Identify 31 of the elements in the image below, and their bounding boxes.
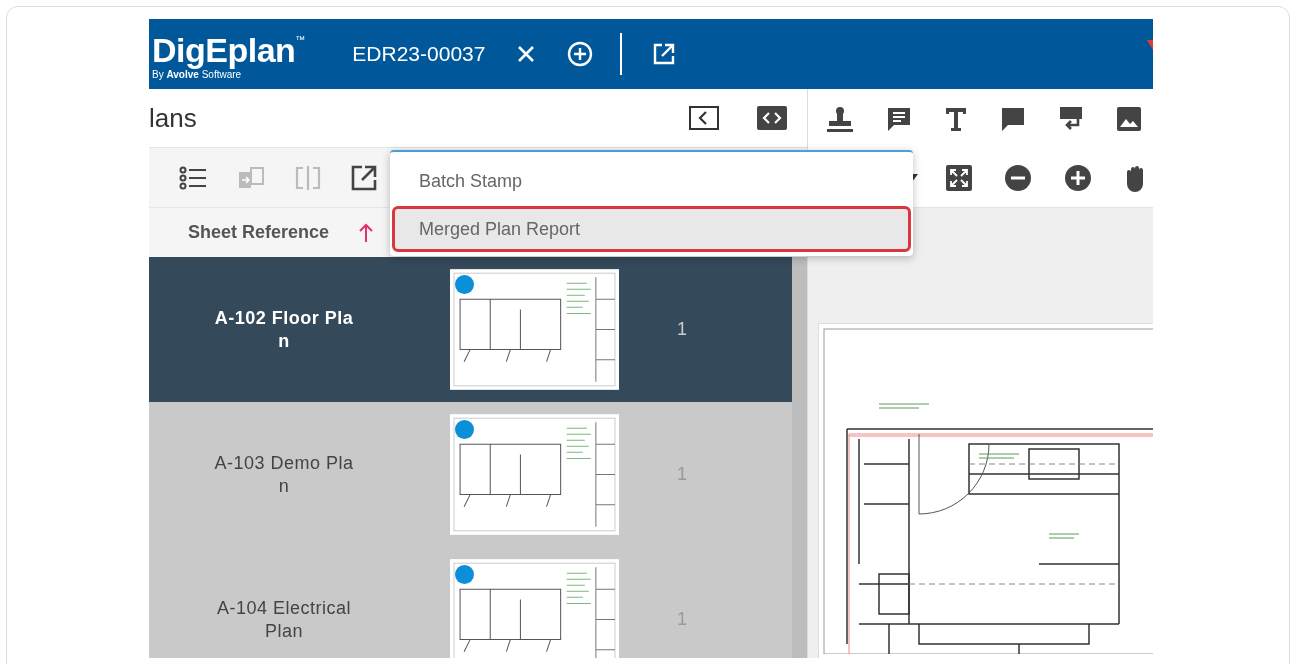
zoom-out-icon[interactable] [1004, 163, 1032, 192]
fit-screen-icon[interactable] [946, 164, 972, 191]
sheet-name: A-103 Demo Plan [213, 451, 355, 498]
zoom-in-icon[interactable] [1064, 163, 1092, 192]
trademark-mark: ™ [295, 33, 306, 45]
page-count: 1 [677, 319, 687, 340]
text-tool-icon[interactable] [944, 105, 968, 132]
image-icon[interactable] [1116, 105, 1142, 132]
sheet-row[interactable]: A-102 Floor Plan 1 [149, 257, 792, 402]
collapse-left-icon[interactable] [689, 106, 719, 130]
external-link-icon[interactable] [652, 42, 677, 66]
code-view-icon[interactable] [757, 106, 787, 130]
sheet-name: A-104 Electrical Plan [215, 596, 353, 643]
logo-wordmark: DigEplan [152, 31, 296, 68]
add-circle-icon[interactable] [567, 41, 594, 67]
list-icon[interactable] [179, 165, 207, 190]
notification-mark-icon [1147, 40, 1153, 50]
logo-byline: By Avolve Software [152, 68, 242, 81]
column-header[interactable]: Sheet Reference [188, 222, 330, 243]
menu-item[interactable]: Merged Plan Report [392, 206, 911, 252]
document-tab[interactable]: EDR23-00037 [352, 42, 486, 66]
menu-item[interactable]: Batch Stamp [392, 158, 911, 204]
stamp-icon[interactable] [826, 105, 854, 132]
comment-icon[interactable] [1000, 105, 1026, 132]
sort-arrow-icon[interactable] [359, 222, 374, 243]
sheet-name: A-102 Floor Plan [213, 306, 355, 353]
scrollbar[interactable] [792, 257, 807, 658]
panel-title: lans [149, 102, 197, 134]
note-list-icon[interactable] [886, 105, 912, 132]
external-link-icon[interactable] [351, 164, 377, 191]
hand-pan-icon[interactable] [1124, 163, 1146, 192]
